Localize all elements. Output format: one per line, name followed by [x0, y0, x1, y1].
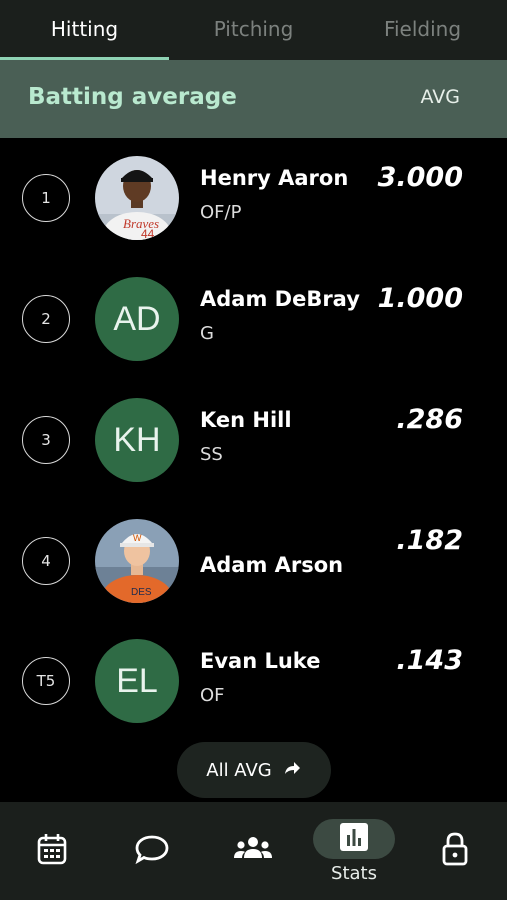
- player-stat-value: .286: [396, 404, 463, 435]
- rank-badge: 3: [22, 416, 70, 464]
- tab-pitching[interactable]: Pitching: [169, 0, 338, 60]
- section-title: Batting average: [28, 84, 237, 110]
- player-initials-avatar: AD: [95, 277, 179, 361]
- player-position: G: [200, 323, 214, 344]
- rank-badge: 4: [22, 537, 70, 585]
- stats-tabs: Hitting Pitching Fielding: [0, 0, 507, 60]
- player-stat-value: .182: [396, 525, 463, 556]
- rank-badge: T5: [22, 657, 70, 705]
- player-row[interactable]: T5 EL Evan Luke OF .143: [0, 633, 507, 733]
- all-avg-label: All AVG: [206, 759, 272, 781]
- player-initials-avatar: KH: [95, 398, 179, 482]
- player-name: Ken Hill: [200, 408, 292, 432]
- player-name: Adam Arson: [200, 553, 344, 577]
- player-photo-avatar: Braves 44: [95, 156, 179, 240]
- player-position: OF: [200, 685, 225, 706]
- rank-badge: 2: [22, 295, 70, 343]
- tab-hitting[interactable]: Hitting: [0, 0, 169, 60]
- lock-icon: [441, 831, 469, 871]
- player-stat-value: .143: [396, 645, 463, 676]
- team-icon: [233, 834, 273, 868]
- stats-active-pill: [313, 818, 395, 859]
- player-row[interactable]: 4 W DES Adam Arson .182: [0, 513, 507, 613]
- svg-text:W: W: [133, 533, 142, 543]
- tab-fielding[interactable]: Fielding: [338, 0, 507, 60]
- player-position: OF/P: [200, 202, 242, 223]
- chat-icon: [134, 833, 170, 869]
- section-stat-label: AVG: [420, 86, 460, 108]
- player-stat-value: 1.000: [377, 283, 463, 314]
- nav-team[interactable]: [203, 802, 303, 900]
- svg-text:DES: DES: [131, 587, 152, 598]
- svg-text:44: 44: [141, 227, 155, 240]
- player-photo-avatar: W DES: [95, 519, 179, 603]
- nav-stats[interactable]: Stats: [304, 802, 404, 900]
- player-name: Evan Luke: [200, 649, 321, 673]
- stats-icon: [339, 822, 369, 856]
- bottom-navigation: Stats: [0, 802, 507, 900]
- all-avg-button[interactable]: All AVG: [177, 742, 331, 798]
- nav-lock[interactable]: [405, 802, 505, 900]
- player-name: Adam DeBray: [200, 287, 360, 311]
- player-row[interactable]: 2 AD Adam DeBray G 1.000: [0, 271, 507, 371]
- nav-chat[interactable]: [102, 802, 202, 900]
- rank-badge: 1: [22, 174, 70, 222]
- player-row[interactable]: 1 Braves 44 Henry Aaron OF/P 3.000: [0, 150, 507, 250]
- share-arrow-icon: [282, 759, 302, 782]
- nav-stats-label: Stats: [331, 862, 377, 884]
- section-header: Batting average AVG: [0, 60, 507, 138]
- player-name: Henry Aaron: [200, 166, 349, 190]
- nav-schedule[interactable]: [2, 802, 102, 900]
- player-stat-value: 3.000: [377, 162, 463, 193]
- player-initials-avatar: EL: [95, 639, 179, 723]
- player-position: SS: [200, 444, 223, 465]
- calendar-icon: [36, 832, 68, 870]
- player-row[interactable]: 3 KH Ken Hill SS .286: [0, 392, 507, 492]
